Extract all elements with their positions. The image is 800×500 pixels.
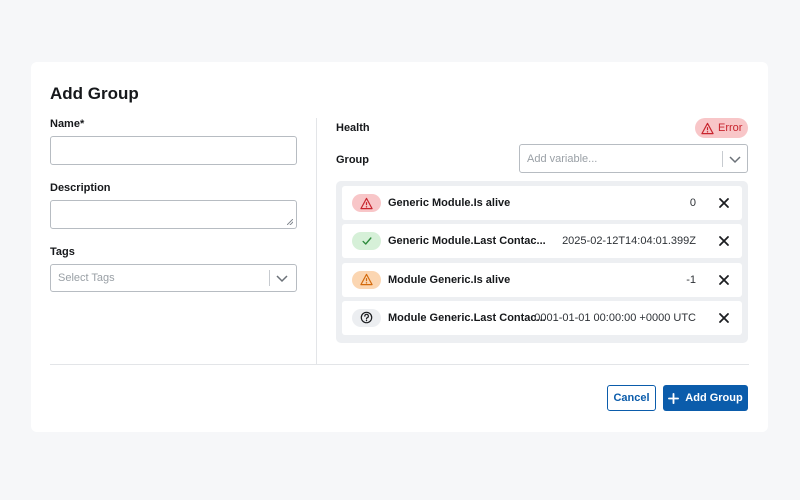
cancel-button-label: Cancel bbox=[613, 392, 650, 404]
tags-placeholder: Select Tags bbox=[58, 272, 115, 284]
variable-value: 2025-02-12T14:04:01.399Z bbox=[562, 235, 696, 248]
variable-name: Module Generic.Is alive bbox=[388, 273, 511, 286]
add-group-button-label: Add Group bbox=[685, 392, 743, 404]
variable-status-error bbox=[352, 194, 381, 212]
variable-value: 0001-01-01 00:00:00 +0000 UTC bbox=[534, 311, 696, 324]
add-variable-placeholder: Add variable... bbox=[527, 153, 598, 165]
add-group-dialog: Add Group Name* Description Tags Select … bbox=[31, 62, 768, 432]
select-separator bbox=[269, 270, 270, 286]
name-input[interactable] bbox=[50, 136, 297, 165]
column-divider bbox=[316, 118, 317, 364]
variable-status-unknown bbox=[352, 308, 381, 327]
variable-value: -1 bbox=[686, 273, 696, 286]
close-icon[interactable] bbox=[717, 234, 731, 248]
variable-status-warning bbox=[352, 270, 381, 289]
variable-row: Module Generic.Last Contac... 0001-01-01… bbox=[342, 300, 742, 335]
close-icon[interactable] bbox=[717, 273, 731, 287]
health-status-badge: Error bbox=[695, 118, 748, 138]
variable-name: Generic Module.Last Contac... bbox=[388, 235, 546, 248]
add-variable-select[interactable]: Add variable... bbox=[519, 144, 748, 173]
variable-value: 0 bbox=[689, 197, 696, 209]
question-icon bbox=[360, 312, 373, 324]
cancel-button[interactable]: Cancel bbox=[607, 385, 656, 411]
description-textarea[interactable] bbox=[50, 200, 297, 229]
close-icon[interactable] bbox=[717, 311, 731, 325]
chevron-down-icon[interactable] bbox=[275, 271, 289, 285]
warning-icon bbox=[701, 122, 714, 134]
variable-list: Generic Module.Is alive 0 Generic Module… bbox=[336, 181, 748, 343]
plus-icon bbox=[668, 392, 680, 404]
health-label: Health bbox=[336, 122, 370, 134]
warning-icon bbox=[360, 273, 373, 286]
variable-row: Generic Module.Is alive 0 bbox=[342, 186, 742, 220]
group-label: Group bbox=[336, 154, 369, 166]
name-label: Name* bbox=[50, 118, 85, 130]
tags-select[interactable]: Select Tags bbox=[50, 264, 297, 292]
resize-handle-icon[interactable] bbox=[287, 219, 293, 225]
dialog-title: Add Group bbox=[50, 84, 139, 103]
variable-status-ok bbox=[352, 232, 381, 251]
add-group-button[interactable]: Add Group bbox=[663, 385, 748, 411]
description-label: Description bbox=[50, 182, 111, 194]
tags-label: Tags bbox=[50, 246, 75, 258]
select-separator bbox=[722, 151, 723, 167]
close-icon[interactable] bbox=[717, 196, 731, 210]
variable-row: Generic Module.Last Contac... 2025-02-12… bbox=[342, 224, 742, 259]
variable-row: Module Generic.Is alive -1 bbox=[342, 262, 742, 297]
warning-icon bbox=[360, 197, 373, 209]
check-icon bbox=[361, 237, 372, 245]
variable-name: Module Generic.Last Contac... bbox=[388, 311, 546, 324]
footer-divider bbox=[50, 364, 749, 365]
variable-name: Generic Module.Is alive bbox=[388, 197, 511, 209]
chevron-down-icon[interactable] bbox=[728, 152, 742, 166]
form-left-column: Name* Description Tags Select Tags bbox=[50, 118, 297, 292]
health-status-text: Error bbox=[718, 122, 743, 134]
